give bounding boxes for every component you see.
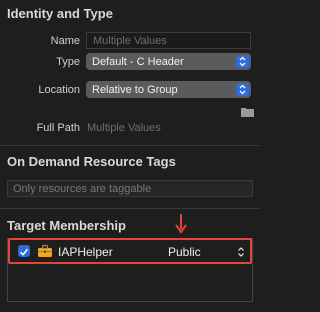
popup-arrows-icon: [236, 55, 249, 68]
location-value: Relative to Group: [92, 84, 178, 96]
name-field[interactable]: Multiple Values: [86, 32, 251, 49]
folder-icon[interactable]: [241, 104, 254, 117]
section-divider: [0, 145, 260, 146]
target-name: IAPHelper: [58, 245, 113, 259]
location-label: Location: [38, 84, 80, 96]
target-access-popup[interactable]: Public: [168, 245, 201, 259]
popup-arrows-icon: [236, 83, 249, 96]
location-popup[interactable]: Relative to Group: [86, 81, 251, 98]
tags-field: Only resources are taggable: [7, 180, 253, 197]
fullpath-value: Multiple Values: [87, 122, 161, 134]
popup-arrows-icon[interactable]: [237, 245, 245, 263]
type-label: Type: [56, 56, 80, 68]
target-checkbox[interactable]: [18, 245, 30, 257]
target-toolbox-icon: [37, 244, 53, 258]
checkmark-icon: [19, 248, 29, 256]
red-arrow-icon: [175, 214, 187, 234]
membership-section-title: Target Membership: [7, 218, 126, 233]
identity-section-title: Identity and Type: [7, 6, 113, 21]
on-demand-section-title: On Demand Resource Tags: [7, 154, 176, 169]
section-divider: [0, 208, 260, 209]
type-value: Default - C Header: [92, 56, 184, 68]
fullpath-label: Full Path: [36, 122, 80, 134]
name-label: Name: [50, 35, 80, 47]
target-row: IAPHelper Public: [8, 238, 252, 264]
type-popup[interactable]: Default - C Header: [86, 53, 251, 70]
